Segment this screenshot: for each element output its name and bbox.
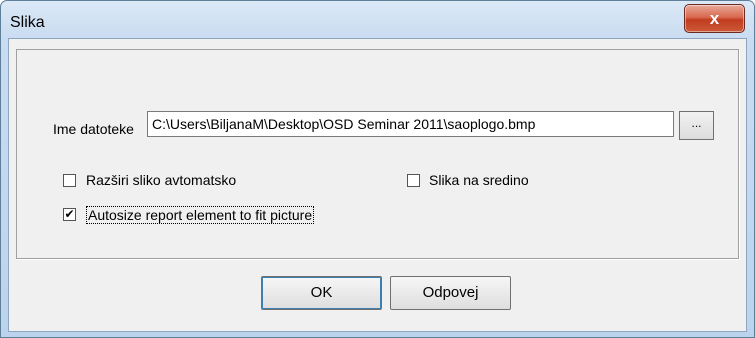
filename-label: Ime datoteke xyxy=(53,121,134,137)
close-icon: x xyxy=(709,8,720,28)
options-group-box xyxy=(16,49,739,259)
stretch-label: Razširi sliko avtomatsko xyxy=(86,172,237,188)
filename-input[interactable] xyxy=(147,111,674,137)
ok-button[interactable]: OK xyxy=(261,276,382,310)
center-label: Slika na sredino xyxy=(429,172,529,188)
browse-button[interactable]: ... xyxy=(679,111,714,140)
cancel-button[interactable]: Odpovej xyxy=(390,276,511,310)
dialog-title: Slika xyxy=(10,14,45,31)
autosize-label: Autosize report element to fit picture xyxy=(86,206,315,224)
stretch-checkbox[interactable] xyxy=(63,174,76,187)
close-button[interactable]: x xyxy=(684,4,745,33)
checkmark-icon: ✔ xyxy=(64,207,75,221)
center-checkbox[interactable] xyxy=(407,174,420,187)
autosize-checkbox[interactable]: ✔ xyxy=(63,208,76,221)
